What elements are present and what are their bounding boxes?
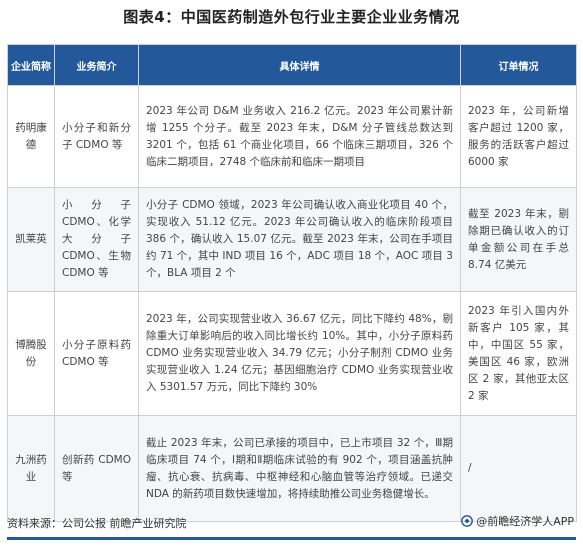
- company-name: 博腾股份: [7, 291, 55, 416]
- header-business: 业务简介: [54, 44, 139, 86]
- business-details: 2023 年公司 D&M 业务收入 216.2 亿元。2023 年公司累计新增 …: [138, 85, 461, 188]
- business-details: 截止 2023 年末，公司已承接的项目中，已上市项目 32 个，Ⅲ期临床项目 7…: [138, 415, 461, 522]
- table-row: 博腾股份 小分子原料药 CDMO 等 2023 年，公司实现营业收入 36.67…: [7, 291, 577, 416]
- header-company: 企业简称: [7, 44, 55, 86]
- brand-credit: @前瞻经济学人APP: [461, 513, 574, 529]
- business-details: 2023 年，公司实现营业收入 36.67 亿元，同比下降约 48%，剔除重大订…: [138, 291, 461, 416]
- table-header-row: 企业简称 业务简介 具体详情 订单情况: [7, 44, 577, 86]
- business-summary: 小分子和新分子 CDMO 等: [54, 85, 139, 188]
- brand-label: @前瞻经济学人APP: [476, 515, 574, 528]
- company-name: 凯莱英: [7, 187, 55, 292]
- source-note: 资料来源：公司公报 前瞻产业研究院: [7, 517, 187, 530]
- chart-title: 图表4：中国医药制造外包行业主要企业业务情况: [123, 8, 460, 26]
- bottom-rule: [7, 537, 576, 540]
- table-row: 药明康德 小分子和新分子 CDMO 等 2023 年公司 D&M 业务收入 21…: [7, 85, 577, 188]
- order-status: /: [460, 415, 577, 522]
- business-summary: 创新药 CDMO 等: [54, 415, 139, 522]
- company-table: 企业简称 业务简介 具体详情 订单情况 药明康德 小分子和新分子 CDMO 等 …: [7, 44, 577, 522]
- order-status: 截至 2023 年末，剔除期已确认收入的订单金额公司在手总 8.74 亿美元: [460, 187, 577, 292]
- business-summary: 小分子 CDMO、化学大分子 CDMO、生物 CDMO 等: [54, 187, 139, 292]
- table-row: 九洲药业 创新药 CDMO 等 截止 2023 年末，公司已承接的项目中，已上市…: [7, 415, 577, 522]
- header-details: 具体详情: [138, 44, 461, 86]
- header-orders: 订单情况: [460, 44, 577, 86]
- qianzhan-logo-icon: [461, 515, 474, 527]
- business-summary: 小分子原料药 CDMO 等: [54, 291, 139, 416]
- table-row: 凯莱英 小分子 CDMO、化学大分子 CDMO、生物 CDMO 等 小分子 CD…: [7, 187, 577, 292]
- order-status: 2023 年，公司新增客户超过 1200 家，服务的活跃客户超过 6000 家: [460, 85, 577, 188]
- company-name: 九洲药业: [7, 415, 55, 522]
- company-name: 药明康德: [7, 85, 55, 188]
- business-details: 小分子 CDMO 领域，2023 年公司确认收入商业化项目 40 个，实现收入 …: [138, 187, 461, 292]
- order-status: 2023 年引入国内外新客户 105 家，其中，中国区 55 家，美国区 46 …: [460, 291, 577, 416]
